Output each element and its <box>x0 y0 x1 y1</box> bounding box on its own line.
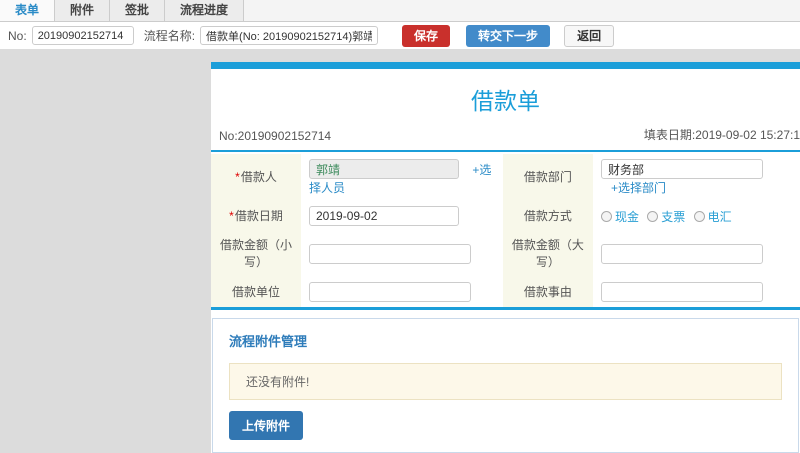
table-row: *借款人 +选择人员 借款部门 +选择部门 <box>211 154 800 201</box>
unit-field-cell <box>301 277 503 307</box>
method-field-cell: 现金 支票 电汇 <box>593 201 800 231</box>
form-title: 借款单 <box>471 88 540 114</box>
method-label: 借款方式 <box>502 201 593 231</box>
amount-big-field-cell <box>593 231 800 277</box>
select-dept-link[interactable]: +选择部门 <box>611 181 666 195</box>
attachments-title: 流程附件管理 <box>229 334 308 349</box>
action-toolbar: No: 流程名称: 保存 转交下一步 返回 <box>0 22 800 49</box>
radio-wire-label[interactable]: 电汇 <box>708 208 732 225</box>
date-field-cell <box>301 201 503 231</box>
tab-bar-filler <box>244 0 800 21</box>
form-bottom-accent-bar <box>211 307 800 310</box>
loan-form-table: *借款人 +选择人员 借款部门 +选择部门 *借款日期 <box>211 154 800 307</box>
radio-wire[interactable]: 电汇 <box>693 208 732 225</box>
table-row: 借款金额（小写） 借款金额（大写） <box>211 231 800 277</box>
flow-name-input[interactable] <box>200 26 379 45</box>
tab-approval[interactable]: 签批 <box>110 0 166 21</box>
main-panel: 借款单 No:20190902152714 填表日期:2019-09-02 15… <box>211 62 800 453</box>
amount-big-label: 借款金额（大写） <box>502 231 593 277</box>
reason-field-cell <box>593 277 800 307</box>
reason-label: 借款事由 <box>502 277 593 307</box>
dept-input[interactable] <box>600 159 763 179</box>
tab-bar: 表单 附件 签批 流程进度 <box>0 0 800 22</box>
unit-input[interactable] <box>309 282 471 302</box>
date-label-text: 借款日期 <box>234 208 283 223</box>
borrower-input[interactable] <box>309 159 459 179</box>
save-button[interactable]: 保存 <box>402 24 451 47</box>
table-row: 借款单位 借款事由 <box>211 277 800 307</box>
dept-label: 借款部门 <box>502 154 593 201</box>
required-asterisk: * <box>229 208 234 223</box>
radio-cheque-label[interactable]: 支票 <box>661 208 685 225</box>
form-date-text: 填表日期:2019-09-02 15:27:1 <box>643 128 800 142</box>
back-button[interactable]: 返回 <box>564 24 615 47</box>
tab-form[interactable]: 表单 <box>0 0 56 21</box>
amount-small-label: 借款金额（小写） <box>211 231 301 277</box>
reason-input[interactable] <box>600 282 763 302</box>
attachments-section: 流程附件管理 还没有附件! 上传附件 <box>212 318 799 453</box>
radio-wire-circle[interactable] <box>693 210 705 222</box>
amount-big-input[interactable] <box>600 244 763 264</box>
screen: 表单 附件 签批 流程进度 No: 流程名称: 保存 转交下一步 返回 借款单 … <box>0 0 800 453</box>
flow-name-label: 流程名称: <box>143 29 196 43</box>
tab-attachment[interactable]: 附件 <box>55 0 111 21</box>
borrower-label-text: 借款人 <box>240 170 277 184</box>
radio-cash-circle[interactable] <box>600 210 612 222</box>
table-row: *借款日期 借款方式 现金 支票 <box>211 201 800 231</box>
radio-cash-label[interactable]: 现金 <box>615 208 639 225</box>
radio-cheque[interactable]: 支票 <box>647 208 685 225</box>
no-input[interactable] <box>31 26 134 45</box>
upload-attachment-button[interactable]: 上传附件 <box>229 411 304 440</box>
form-no-text: No:20190902152714 <box>219 129 332 143</box>
required-asterisk: * <box>235 170 240 184</box>
amount-small-field-cell <box>301 231 503 277</box>
radio-cash[interactable]: 现金 <box>600 208 639 225</box>
panel-top-accent-bar <box>211 62 800 69</box>
loan-date-input[interactable] <box>309 206 459 226</box>
tab-progress[interactable]: 流程进度 <box>165 0 245 21</box>
amount-small-input[interactable] <box>309 244 471 264</box>
no-label: No: <box>8 28 27 43</box>
borrower-label: *借款人 <box>211 154 301 201</box>
unit-label: 借款单位 <box>211 277 301 307</box>
form-header-divider <box>211 150 800 152</box>
borrower-field-cell: +选择人员 <box>301 154 503 201</box>
next-step-button[interactable]: 转交下一步 <box>466 24 551 47</box>
form-info-row: No:20190902152714 填表日期:2019-09-02 15:27:… <box>211 126 800 150</box>
radio-cheque-circle[interactable] <box>647 210 659 222</box>
date-label: *借款日期 <box>211 201 301 231</box>
no-attachments-message: 还没有附件! <box>229 363 782 400</box>
dept-field-cell: +选择部门 <box>593 154 800 201</box>
